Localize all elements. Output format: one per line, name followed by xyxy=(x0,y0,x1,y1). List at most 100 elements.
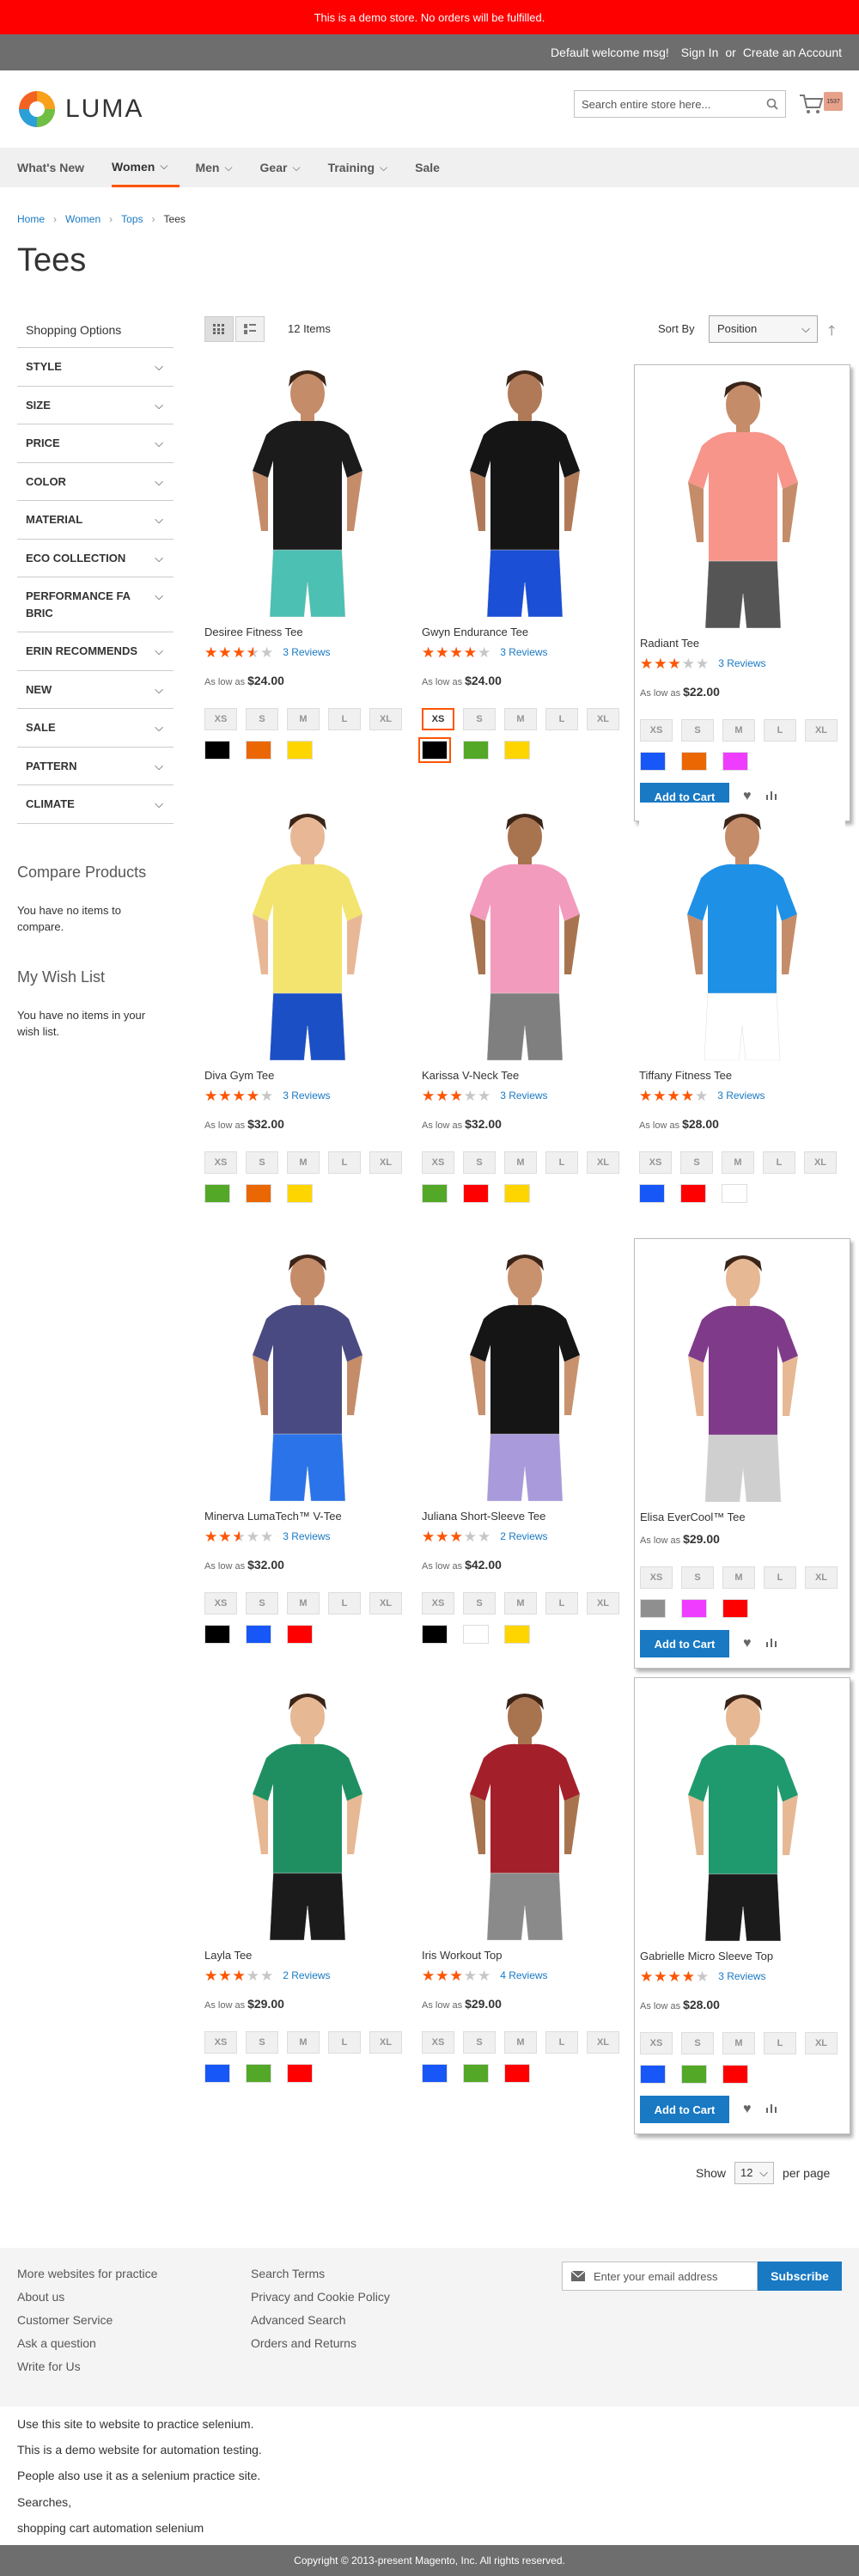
size-option-xs[interactable]: XS xyxy=(204,708,237,730)
product-card[interactable]: Juliana Short-Sleeve Tee ★★★★★★★★★★ 2 Revi… xyxy=(422,1243,638,1644)
size-option-l[interactable]: L xyxy=(328,2031,361,2054)
size-option-s[interactable]: S xyxy=(463,708,496,730)
product-name[interactable]: Desiree Fitness Tee xyxy=(204,626,421,638)
product-card[interactable]: Elisa EverCool™ Tee As low as $29.00 XS S M L X… xyxy=(634,1238,850,1669)
filter-color[interactable]: COLOR ⌵ xyxy=(17,463,174,501)
size-option-m[interactable]: M xyxy=(287,2031,320,2054)
color-option[interactable] xyxy=(722,1184,747,1203)
size-option-s[interactable]: S xyxy=(246,1592,278,1615)
color-option[interactable] xyxy=(287,741,313,760)
nav-item-training[interactable]: Training ⌵ xyxy=(328,148,400,187)
sort-by-select[interactable]: Position ⌵ xyxy=(709,315,818,343)
size-option-xl[interactable]: XL xyxy=(805,2032,838,2054)
filter-style[interactable]: STYLE ⌵ xyxy=(17,348,174,387)
size-option-xl[interactable]: XL xyxy=(369,2031,402,2054)
filter-size[interactable]: SIZE ⌵ xyxy=(17,387,174,424)
product-image[interactable] xyxy=(422,1243,628,1501)
color-option[interactable] xyxy=(681,2065,707,2084)
filter-pattern[interactable]: PATTERN ⌵ xyxy=(17,748,174,785)
color-option[interactable] xyxy=(722,752,748,771)
color-option[interactable] xyxy=(246,2064,271,2083)
size-option-s[interactable]: S xyxy=(680,1151,713,1174)
size-option-xs[interactable]: XS xyxy=(422,708,454,730)
reviews-link[interactable]: 3 Reviews xyxy=(717,1090,765,1102)
logo[interactable]: LUMA xyxy=(17,89,143,129)
size-option-xl[interactable]: XL xyxy=(805,719,838,742)
size-option-xs[interactable]: XS xyxy=(422,2031,454,2054)
reviews-link[interactable]: 3 Reviews xyxy=(500,646,547,658)
color-option[interactable] xyxy=(422,2064,448,2083)
footer-link[interactable]: Orders and Returns xyxy=(251,2336,390,2350)
size-option-s[interactable]: S xyxy=(246,2031,278,2054)
color-option[interactable] xyxy=(680,1184,706,1203)
size-option-m[interactable]: M xyxy=(287,708,320,730)
product-card[interactable]: Gabrielle Micro Sleeve Top ★★★★★★★★★★ 3 Re… xyxy=(634,1677,850,2134)
product-name[interactable]: Diva Gym Tee xyxy=(204,1069,421,1082)
product-card[interactable]: Tiffany Fitness Tee ★★★★★★★★★★ 3 Reviews As… xyxy=(639,803,856,1203)
size-option-m[interactable]: M xyxy=(287,1151,320,1174)
product-name[interactable]: Radiant Tee xyxy=(640,637,844,650)
color-option[interactable] xyxy=(204,1625,230,1644)
size-option-m[interactable]: M xyxy=(504,708,537,730)
size-option-xl[interactable]: XL xyxy=(805,1566,838,1589)
size-option-xs[interactable]: XS xyxy=(639,1151,672,1174)
color-option[interactable] xyxy=(246,741,271,760)
reviews-link[interactable]: 2 Reviews xyxy=(283,1969,330,1981)
nav-item-gear[interactable]: Gear ⌵ xyxy=(260,148,313,187)
product-name[interactable]: Tiffany Fitness Tee xyxy=(639,1069,856,1082)
filter-climate[interactable]: CLIMATE ⌵ xyxy=(17,785,174,824)
size-option-xl[interactable]: XL xyxy=(369,708,402,730)
color-option[interactable] xyxy=(504,741,530,760)
color-option[interactable] xyxy=(504,1184,530,1203)
color-option[interactable] xyxy=(204,741,230,760)
product-name[interactable]: Layla Tee xyxy=(204,1949,421,1962)
heart-icon[interactable]: ♥ xyxy=(743,2102,752,2117)
size-option-xs[interactable]: XS xyxy=(204,1592,237,1615)
nav-item-women[interactable]: Women ⌵ xyxy=(112,148,180,187)
product-name[interactable]: Minerva LumaTech™ V-Tee xyxy=(204,1510,421,1523)
size-option-m[interactable]: M xyxy=(722,1566,755,1589)
size-option-l[interactable]: L xyxy=(545,1592,578,1615)
product-image[interactable] xyxy=(640,370,846,628)
footer-link[interactable]: Customer Service xyxy=(17,2313,157,2327)
per-page-select[interactable]: 12 ⌵ xyxy=(734,2162,775,2184)
color-option[interactable] xyxy=(287,2064,313,2083)
color-option[interactable] xyxy=(681,752,707,771)
breadcrumb-tops[interactable]: Tops xyxy=(121,213,143,225)
color-option[interactable] xyxy=(246,1184,271,1203)
product-card[interactable]: Karissa V-Neck Tee ★★★★★★★★★★ 3 Reviews As … xyxy=(422,803,638,1203)
reviews-link[interactable]: 3 Reviews xyxy=(500,1090,547,1102)
product-card[interactable]: Iris Workout Top ★★★★★★★★★★ 4 Reviews As lo… xyxy=(422,1682,638,2083)
footer-link[interactable]: About us xyxy=(17,2290,157,2304)
size-option-l[interactable]: L xyxy=(764,2032,796,2054)
reviews-link[interactable]: 3 Reviews xyxy=(718,1970,765,1982)
create-account-link[interactable]: Create an Account xyxy=(743,46,842,59)
color-option[interactable] xyxy=(640,2065,666,2084)
color-option[interactable] xyxy=(204,2064,230,2083)
product-card[interactable]: Minerva LumaTech™ V-Tee ★★★★★★★★★★ 3 Revie… xyxy=(204,1243,421,1644)
product-image[interactable] xyxy=(422,803,628,1060)
product-image[interactable] xyxy=(422,359,628,617)
filter-erin-recommends[interactable]: ERIN RECOMMENDS ⌵ xyxy=(17,632,174,671)
color-option[interactable] xyxy=(640,752,666,771)
filter-eco-collection[interactable]: ECO COLLECTION ⌵ xyxy=(17,540,174,577)
product-image[interactable] xyxy=(204,1682,411,1940)
color-option[interactable] xyxy=(418,737,451,763)
product-name[interactable]: Gwyn Endurance Tee xyxy=(422,626,638,638)
subscribe-button[interactable]: Subscribe xyxy=(758,2262,842,2291)
color-option[interactable] xyxy=(504,2064,530,2083)
size-option-xs[interactable]: XS xyxy=(640,719,673,742)
reviews-link[interactable]: 3 Reviews xyxy=(283,646,330,658)
product-name[interactable]: Iris Workout Top xyxy=(422,1949,638,1962)
size-option-xl[interactable]: XL xyxy=(369,1151,402,1174)
size-option-l[interactable]: L xyxy=(328,1592,361,1615)
size-option-xs[interactable]: XS xyxy=(640,1566,673,1589)
size-option-xl[interactable]: XL xyxy=(587,2031,619,2054)
color-option[interactable] xyxy=(463,1625,489,1644)
filter-new[interactable]: NEW ⌵ xyxy=(17,671,174,709)
size-option-xs[interactable]: XS xyxy=(204,2031,237,2054)
reviews-link[interactable]: 3 Reviews xyxy=(718,657,765,669)
color-option[interactable] xyxy=(422,1184,448,1203)
filter-price[interactable]: PRICE ⌵ xyxy=(17,424,174,463)
size-option-s[interactable]: S xyxy=(463,1592,496,1615)
